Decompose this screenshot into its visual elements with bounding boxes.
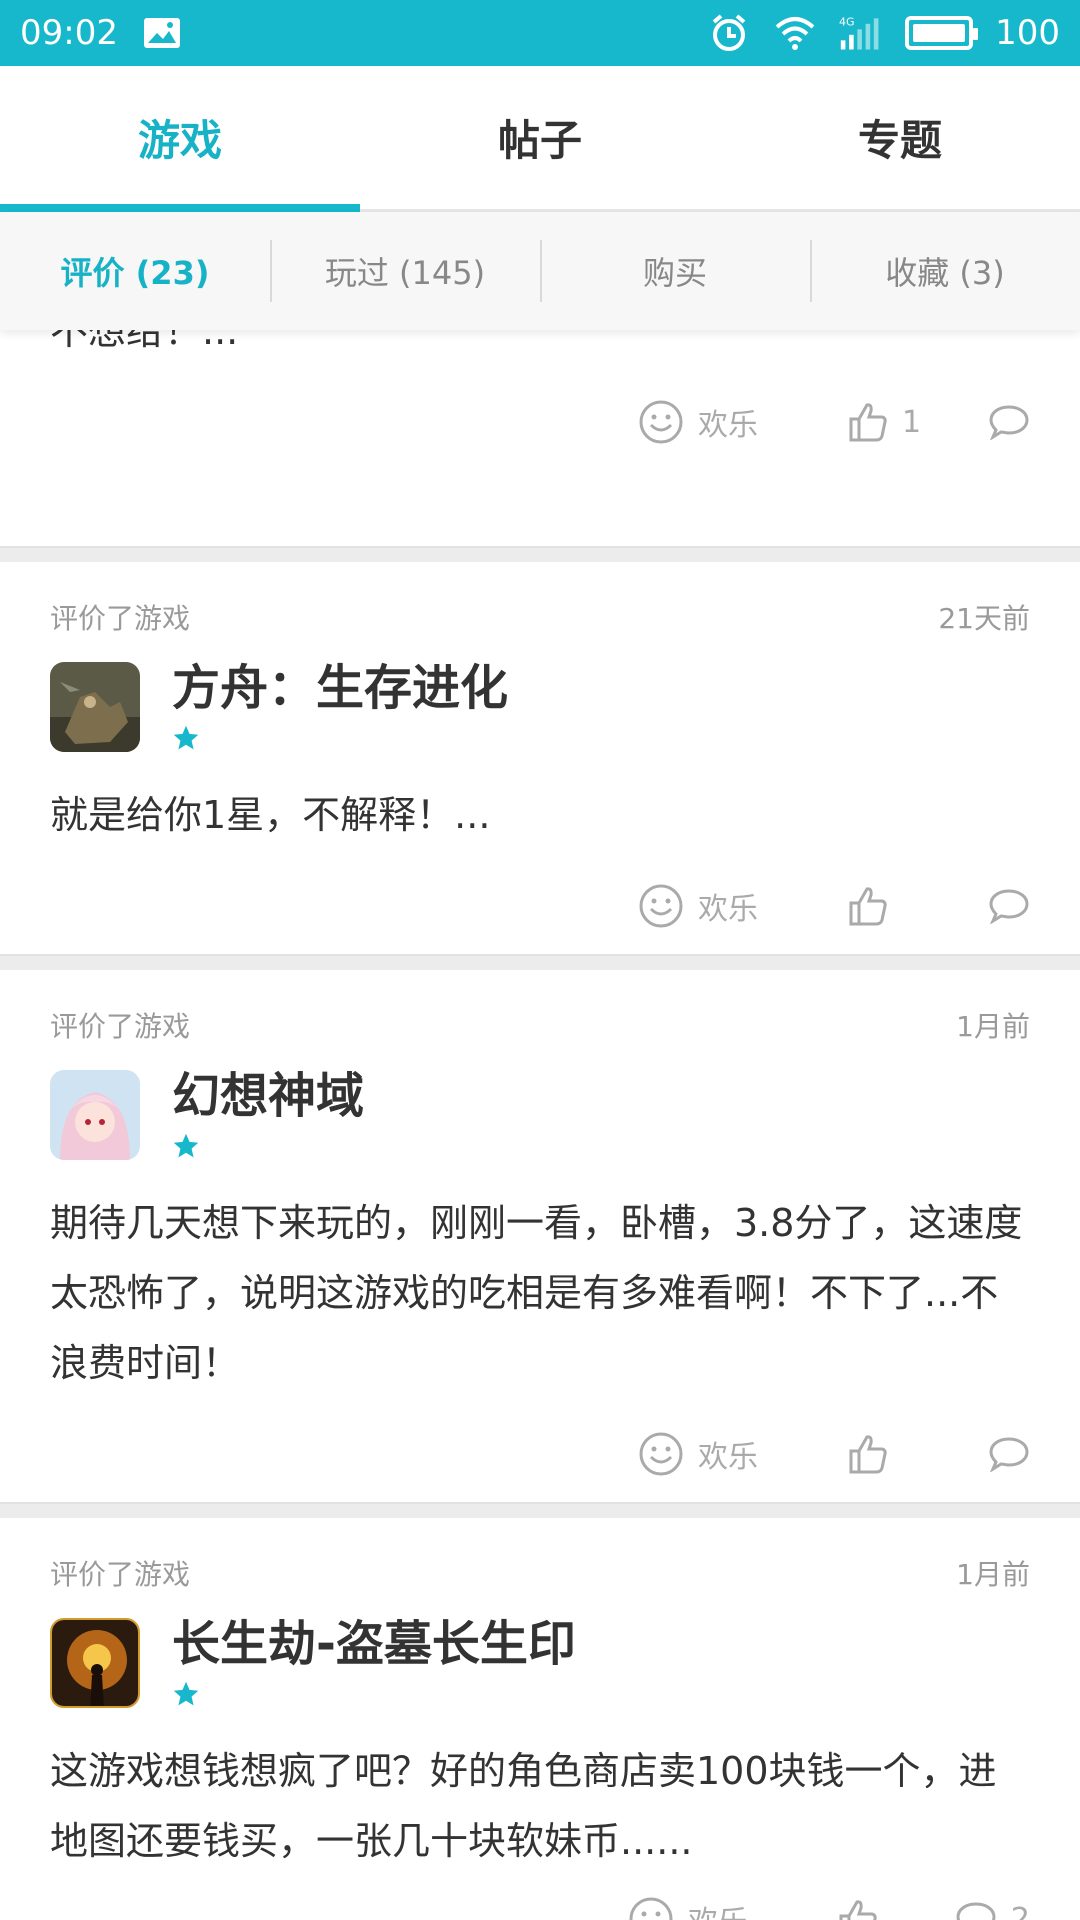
review-feed[interactable]: 不想给！... 欢乐 1 评价了游戏 21天前 方舟：生存进化 就是给你1星，不…: [0, 330, 1080, 1920]
game-icon-fantasy-realm[interactable]: [50, 1070, 140, 1160]
status-time: 09:02: [20, 13, 118, 53]
mood-button[interactable]: 欢乐: [638, 1431, 778, 1477]
card-separator: [0, 546, 1080, 562]
smiley-icon: [639, 1432, 683, 1476]
like-button[interactable]: [848, 885, 940, 927]
star-icon: [173, 1681, 199, 1706]
review-text[interactable]: 这游戏想钱想疯了吧？好的角色商店卖100块钱一个，进地图还要钱买，一张几十块软妹…: [50, 1728, 1030, 1876]
comment-icon: [989, 889, 1029, 924]
mood-button[interactable]: 欢乐: [638, 399, 778, 445]
rating-stars: [172, 1680, 576, 1720]
review-card[interactable]: 评价了游戏 21天前 方舟：生存进化 就是给你1星，不解释！... 欢乐: [0, 562, 1080, 954]
signal-icon: 4G: [839, 11, 883, 55]
review-actions: 欢乐 2: [50, 1876, 1030, 1920]
main-tabs: 游戏 帖子 专题: [0, 66, 1080, 212]
review-action-label: 评价了游戏: [50, 1558, 191, 1591]
game-icon-tomb-raider[interactable]: [50, 1618, 140, 1708]
sub-tabs: 评价 (23) 玩过 (145) 购买 收藏 (3): [0, 212, 1080, 330]
status-bar: 09:02 4G 100: [0, 0, 1080, 66]
game-title[interactable]: 幻想神域: [172, 1066, 364, 1126]
thumbs-up-icon: [839, 1900, 877, 1920]
review-actions: 欢乐 1: [50, 366, 1030, 478]
review-text: 不想给！...: [50, 330, 239, 353]
like-count: 1: [902, 404, 922, 440]
mood-label: 欢乐: [688, 1897, 748, 1920]
comment-icon: [989, 1437, 1029, 1472]
review-action-label: 评价了游戏: [50, 1010, 191, 1043]
tab-posts[interactable]: 帖子: [360, 66, 720, 209]
comment-icon: [989, 405, 1029, 440]
mood-button[interactable]: 欢乐: [638, 883, 778, 929]
thumbs-up-icon: [849, 1435, 887, 1474]
mood-button[interactable]: 欢乐: [628, 1896, 768, 1920]
like-button[interactable]: [848, 1433, 940, 1475]
game-icon-ark[interactable]: [50, 662, 140, 752]
mood-label: 欢乐: [698, 408, 758, 443]
smiley-icon: [629, 1897, 673, 1920]
review-text[interactable]: 期待几天想下来玩的，刚刚一看，卧槽，3.8分了，这速度太恐怖了，说明这游戏的吃相…: [50, 1180, 1030, 1398]
star-icon: [173, 1133, 199, 1158]
subtab-played[interactable]: 玩过 (145): [270, 240, 540, 302]
game-title[interactable]: 方舟：生存进化: [172, 658, 508, 718]
review-time: 21天前: [938, 602, 1030, 635]
review-actions: 欢乐: [50, 1398, 1030, 1510]
tab-games[interactable]: 游戏: [0, 66, 360, 209]
thumbs-up-icon: [849, 403, 887, 442]
rating-stars: [172, 724, 508, 764]
rating-stars: [172, 1132, 364, 1172]
review-time: 1月前: [956, 1558, 1030, 1591]
comment-button[interactable]: [970, 1436, 1030, 1472]
review-card[interactable]: 评价了游戏 1月前 幻想神域 期待几天想下来玩的，刚刚一看，卧槽，3.8分了，这…: [0, 970, 1080, 1502]
smiley-icon: [639, 884, 683, 928]
comment-button[interactable]: 2: [950, 1901, 1030, 1920]
battery-icon: [905, 16, 979, 50]
review-time: 1月前: [956, 1010, 1030, 1043]
like-button[interactable]: 1: [848, 401, 940, 443]
comment-count: 2: [1010, 1901, 1030, 1920]
review-card[interactable]: 评价了游戏 1月前 长生劫-盗墓长生印 这游戏想钱想疯了吧？好的角色商店卖100…: [0, 1518, 1080, 1920]
active-tab-indicator: [0, 204, 360, 212]
subtab-reviews[interactable]: 评价 (23): [0, 248, 270, 294]
network-type-label: 4G: [839, 16, 855, 29]
thumbs-up-icon: [849, 887, 887, 926]
review-text[interactable]: 就是给你1星，不解释！...: [50, 772, 1030, 850]
review-action-label: 评价了游戏: [50, 602, 191, 635]
wifi-icon: [773, 11, 817, 55]
subtab-favorites[interactable]: 收藏 (3): [810, 240, 1080, 302]
review-card[interactable]: 不想给！... 欢乐 1: [0, 330, 1080, 546]
subtab-purchased[interactable]: 购买: [540, 240, 810, 302]
image-notification-icon: [140, 11, 184, 55]
like-button[interactable]: [838, 1898, 930, 1920]
battery-level: 100: [995, 13, 1060, 53]
game-title[interactable]: 长生劫-盗墓长生印: [172, 1614, 576, 1674]
mood-label: 欢乐: [698, 892, 758, 927]
star-icon: [173, 725, 199, 750]
review-actions: 欢乐: [50, 850, 1030, 962]
tab-topics[interactable]: 专题: [720, 66, 1080, 209]
smiley-icon: [639, 400, 683, 444]
alarm-icon: [707, 11, 751, 55]
comment-button[interactable]: [970, 888, 1030, 924]
comment-button[interactable]: [970, 404, 1030, 440]
comment-icon: [956, 1902, 996, 1920]
mood-label: 欢乐: [698, 1440, 758, 1475]
